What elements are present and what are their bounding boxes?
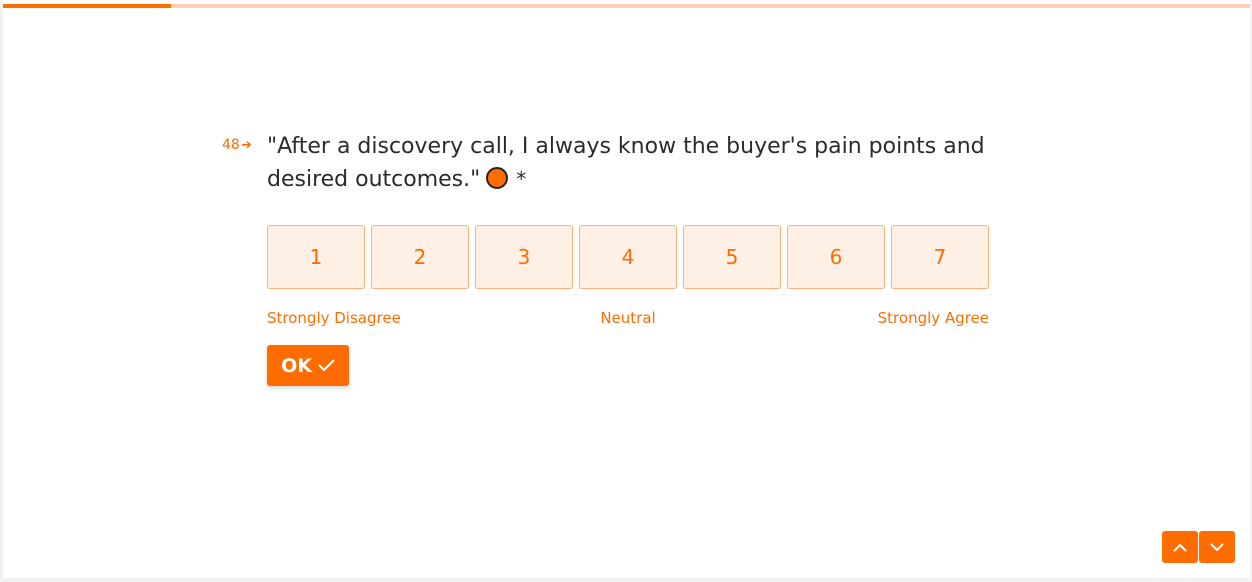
scale-option-1[interactable]: 1 [267,225,365,289]
scale-option-4[interactable]: 4 [579,225,677,289]
scale-label-right: Strongly Agree [877,309,989,327]
next-question-button[interactable] [1199,531,1235,563]
form-page: 48➜ "After a discovery call, I always kn… [3,0,1250,578]
orange-circle-icon [486,167,509,189]
ok-button[interactable]: OK [267,345,349,386]
navigation-buttons [1162,531,1235,563]
scale-option-7[interactable]: 7 [891,225,989,289]
scale-option-3[interactable]: 3 [475,225,573,289]
question-number-label: 48 [222,137,240,153]
progress-bar [3,4,1250,8]
check-icon [318,359,335,371]
scale-option-2[interactable]: 2 [371,225,469,289]
previous-question-button[interactable] [1162,531,1198,563]
opinion-scale: 1234567 [267,225,989,289]
question-title: "After a discovery call, I always know t… [267,131,987,196]
scale-option-6[interactable]: 6 [787,225,885,289]
ok-button-label: OK [281,354,312,377]
question-text: "After a discovery call, I always know t… [267,134,985,192]
required-marker: * [516,167,527,191]
scale-label-left: Strongly Disagree [267,309,401,327]
scale-option-5[interactable]: 5 [683,225,781,289]
chevron-up-icon [1173,543,1187,551]
question-number: 48➜ [222,137,252,153]
scale-label-middle: Neutral [600,309,656,327]
progress-bar-fill [3,4,172,8]
arrow-right-icon: ➜ [240,138,252,153]
chevron-down-icon [1210,543,1224,551]
